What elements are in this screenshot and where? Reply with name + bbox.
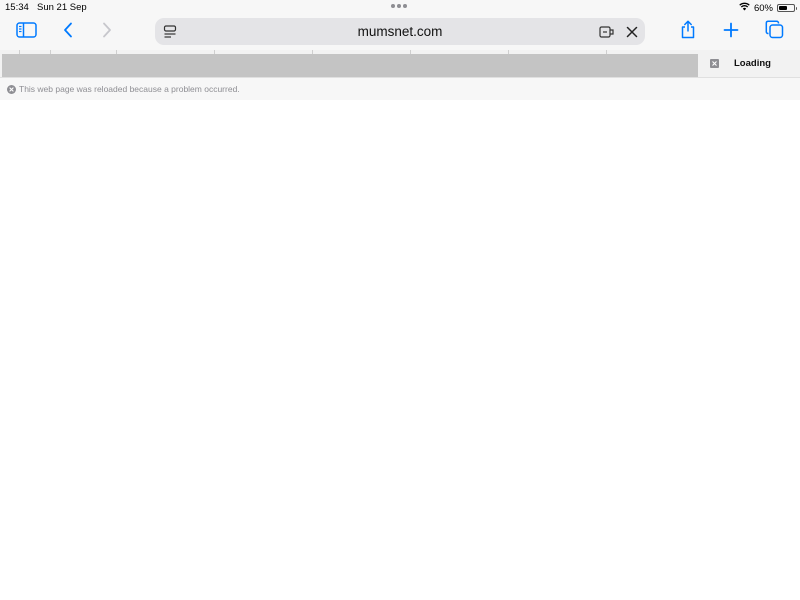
sidebar-button[interactable] [12,18,40,46]
close-icon[interactable] [623,23,641,41]
browser-toolbar: mumsnet.com [0,14,800,50]
tab-title: Loading [734,58,771,69]
status-bar: 15:34 Sun 21 Sep 60% [0,0,800,14]
status-right-group: 60% [739,2,797,14]
back-button[interactable] [54,18,82,46]
web-content-area[interactable] [0,100,800,600]
address-bar[interactable]: mumsnet.com [155,18,645,45]
address-text[interactable]: mumsnet.com [155,24,645,39]
sidebar-icon [15,21,37,43]
reload-notice: This web page was reloaded because a pro… [0,78,800,100]
new-tab-button[interactable] [717,18,745,46]
share-icon [680,20,696,44]
tab-strip: Loading [0,50,800,78]
tab-placeholder[interactable] [2,54,698,77]
tabs-overview-icon [765,20,784,44]
chevron-right-icon [102,22,112,43]
wifi-icon [739,2,750,14]
battery-level-fill [779,6,788,10]
status-time: 15:34 [5,2,29,13]
reload-notice-text: This web page was reloaded because a pro… [19,84,240,94]
multitasking-dots-icon[interactable] [391,4,407,8]
battery-icon [777,4,797,12]
tab-active[interactable]: Loading [700,50,800,77]
error-icon [7,84,16,94]
tabs-overview-button[interactable] [760,18,788,46]
forward-button[interactable] [93,18,121,46]
tab-close-icon[interactable] [710,59,719,68]
battery-percent: 60% [753,2,773,14]
share-button[interactable] [674,18,702,46]
extension-icon[interactable] [598,23,616,41]
chevron-left-icon [63,22,73,43]
plus-icon [723,22,739,43]
status-date: Sun 21 Sep [37,2,87,13]
